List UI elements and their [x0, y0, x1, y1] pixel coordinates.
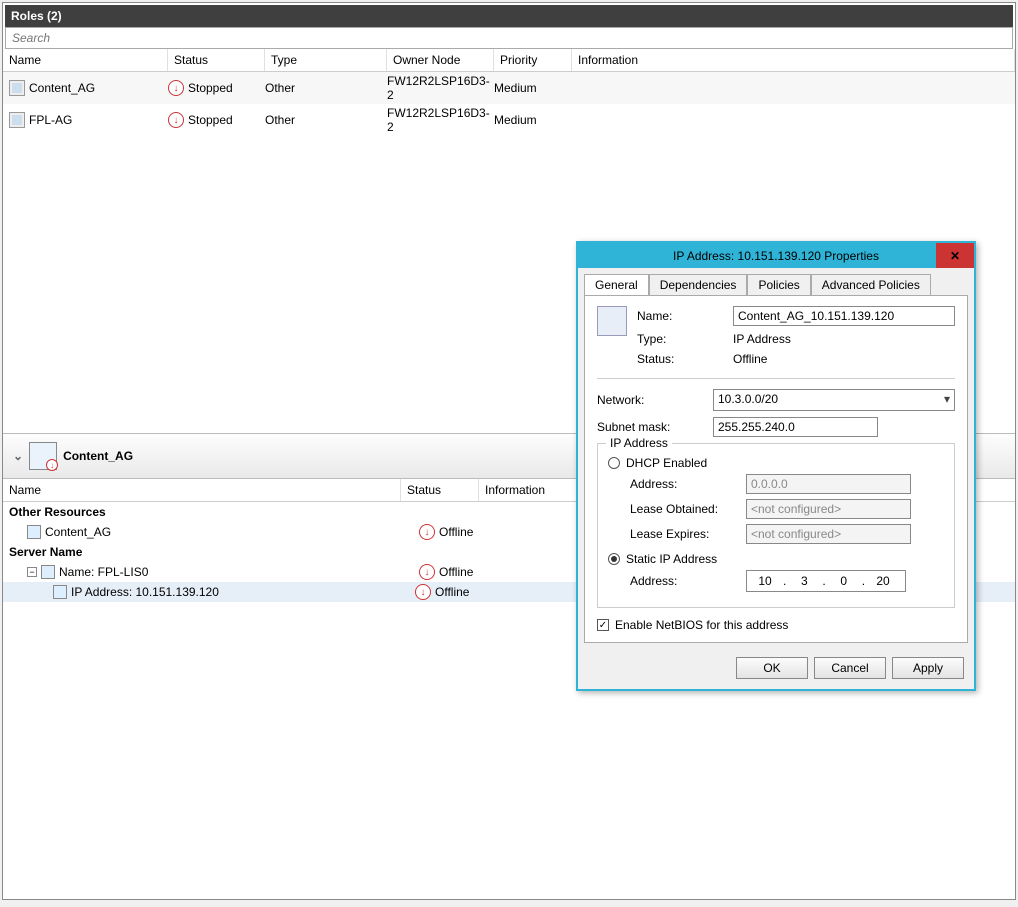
role-status: Stopped [188, 113, 233, 127]
role-type: Other [265, 113, 387, 127]
role-priority: Medium [494, 113, 572, 127]
ip-octet-3[interactable] [826, 574, 862, 588]
role-type: Other [265, 81, 387, 95]
resource-status: Offline [439, 525, 473, 539]
ip-octet-2[interactable] [786, 574, 822, 588]
status-value: Offline [733, 352, 767, 366]
role-priority: Medium [494, 81, 572, 95]
col-name[interactable]: Name [3, 49, 168, 71]
resource-icon [27, 525, 41, 539]
search-row [5, 27, 1013, 49]
netbios-row[interactable]: ✓ Enable NetBIOS for this address [597, 618, 955, 632]
dialog-tabs: General Dependencies Policies Advanced P… [578, 268, 974, 295]
network-select[interactable]: 10.3.0.0/20 [713, 389, 955, 411]
ip-octet-1[interactable] [747, 574, 783, 588]
role-name: Content_AG [29, 81, 95, 95]
static-radio[interactable] [608, 553, 620, 565]
collapse-icon[interactable]: − [27, 567, 37, 577]
down-arrow-icon: ↓ [419, 524, 435, 540]
tab-advanced-policies[interactable]: Advanced Policies [811, 274, 931, 295]
dialog-buttons: OK Cancel Apply [578, 649, 974, 689]
roles-grid: Content_AG ↓ Stopped Other FW12R2LSP16D3-… [3, 72, 1015, 136]
ip-octet-4[interactable] [865, 574, 901, 588]
static-label: Static IP Address [626, 552, 717, 566]
chevron-down-icon[interactable]: ⌄ [13, 449, 23, 463]
down-arrow-icon: ↓ [168, 80, 184, 96]
down-arrow-icon: ↓ [168, 112, 184, 128]
netbios-label: Enable NetBIOS for this address [615, 618, 788, 632]
lease-expires-label: Lease Expires: [630, 527, 740, 541]
dhcp-address-field [746, 474, 911, 494]
name-field[interactable] [733, 306, 955, 326]
col-priority[interactable]: Priority [494, 49, 572, 71]
server-name-status: Offline [439, 565, 473, 579]
role-status: Stopped [188, 81, 233, 95]
properties-dialog: IP Address: 10.151.139.120 Properties ✕ … [576, 241, 976, 691]
search-input[interactable] [6, 28, 1012, 48]
tab-dependencies[interactable]: Dependencies [649, 274, 748, 295]
ip-status: Offline [435, 585, 469, 599]
netbios-checkbox[interactable]: ✓ [597, 619, 609, 631]
tab-policies[interactable]: Policies [747, 274, 810, 295]
tab-general[interactable]: General [584, 274, 649, 295]
status-label: Status: [637, 352, 727, 366]
type-value: IP Address [733, 332, 791, 346]
role-icon [9, 80, 25, 96]
detail-title: Content_AG [63, 449, 133, 463]
role-name: FPL-AG [29, 113, 72, 127]
static-radio-row[interactable]: Static IP Address [608, 552, 944, 566]
tab-general-body: Name: Type: IP Address Status: Offline N… [584, 295, 968, 643]
down-arrow-icon: ↓ [419, 564, 435, 580]
subnet-label: Subnet mask: [597, 420, 707, 434]
cancel-button[interactable]: Cancel [814, 657, 886, 679]
resource-name: Content_AG [45, 525, 111, 539]
lease-obtained-field [746, 499, 911, 519]
dialog-title-bar[interactable]: IP Address: 10.151.139.120 Properties ✕ [578, 243, 974, 268]
role-row[interactable]: Content_AG ↓ Stopped Other FW12R2LSP16D3-… [3, 72, 1015, 104]
dhcp-radio-row[interactable]: DHCP Enabled [608, 456, 944, 470]
lease-obtained-label: Lease Obtained: [630, 502, 740, 516]
close-button[interactable]: ✕ [936, 243, 974, 268]
subnet-field[interactable] [713, 417, 878, 437]
col-info[interactable]: Information [572, 49, 1015, 71]
col-owner[interactable]: Owner Node [387, 49, 494, 71]
down-arrow-icon: ↓ [415, 584, 431, 600]
role-owner: FW12R2LSP16D3-2 [387, 74, 494, 102]
ip-label: IP Address: 10.151.139.120 [71, 585, 219, 599]
type-label: Type: [637, 332, 727, 346]
role-row[interactable]: FPL-AG ↓ Stopped Other FW12R2LSP16D3-2 Me… [3, 104, 1015, 136]
network-label: Network: [597, 393, 707, 407]
apply-button[interactable]: Apply [892, 657, 964, 679]
dcol-status[interactable]: Status [401, 479, 479, 501]
col-status[interactable]: Status [168, 49, 265, 71]
header: Roles (2) [3, 3, 1015, 49]
roles-title: Roles (2) [5, 5, 1013, 27]
name-label: Name: [637, 309, 727, 323]
ip-icon [53, 585, 67, 599]
static-address-label: Address: [630, 574, 740, 588]
server-icon [41, 565, 55, 579]
server-large-icon [597, 306, 627, 336]
ok-button[interactable]: OK [736, 657, 808, 679]
dcol-name[interactable]: Name [3, 479, 401, 501]
roles-column-headers: Name Status Type Owner Node Priority Inf… [3, 49, 1015, 72]
col-type[interactable]: Type [265, 49, 387, 71]
role-owner: FW12R2LSP16D3-2 [387, 106, 494, 134]
dhcp-radio[interactable] [608, 457, 620, 469]
dhcp-label: DHCP Enabled [626, 456, 707, 470]
lease-expires-field [746, 524, 911, 544]
dialog-title: IP Address: 10.151.139.120 Properties [673, 249, 879, 263]
server-name-label: Name: FPL-LIS0 [59, 565, 148, 579]
ip-group-title: IP Address [606, 436, 672, 450]
static-ip-field[interactable]: . . . [746, 570, 906, 592]
dhcp-address-label: Address: [630, 477, 740, 491]
role-icon [9, 112, 25, 128]
role-large-icon: ↓ [29, 442, 57, 470]
ip-address-group: IP Address DHCP Enabled Address: Lease O… [597, 443, 955, 608]
